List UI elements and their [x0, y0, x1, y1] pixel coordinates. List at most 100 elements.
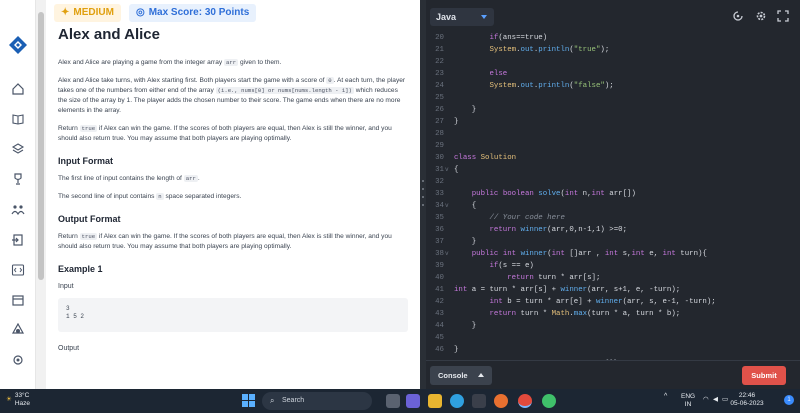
system-clock[interactable]: 22:46 05-06-2023 [727, 392, 767, 408]
code-line[interactable]: 28 [426, 128, 800, 140]
code-line[interactable]: 37 } [426, 236, 800, 248]
trophy-icon[interactable] [11, 172, 25, 186]
console-button[interactable]: Console [430, 366, 492, 385]
code-line[interactable]: 27} [426, 116, 800, 128]
notification-icon[interactable]: 1 [784, 395, 794, 405]
input-format-heading: Input Format [58, 156, 113, 166]
code-line[interactable]: 45 [426, 332, 800, 344]
line-code: int a = turn * arr[s] + winner(arr, s+1,… [454, 286, 681, 294]
chat-app-icon[interactable] [406, 394, 420, 408]
shapes-icon[interactable] [11, 322, 25, 337]
code-line[interactable]: 41 int a = turn * arr[s] + winner(arr, s+… [426, 284, 800, 296]
statement-paragraph-2: Alex and Alice take turns, with Alex sta… [58, 77, 406, 114]
fold-toggle-icon[interactable]: v [445, 164, 449, 176]
code-area[interactable]: 20 if(ans==true) 21 System.out.println("t… [426, 32, 800, 354]
volume-icon[interactable]: ◀ [713, 396, 718, 404]
inline-code: (i.e., nums[0] or nums[nums.length - 1]) [215, 87, 354, 94]
code-line[interactable]: 43 return turn * Math.max(turn * a, turn… [426, 308, 800, 320]
example-input-label: Input [58, 283, 74, 290]
code-line[interactable]: 32 [426, 176, 800, 188]
code-line[interactable]: 25 [426, 92, 800, 104]
code-line[interactable]: 38 v public int winner(int []arr , int s,… [426, 248, 800, 260]
fold-toggle-icon[interactable]: v [445, 248, 449, 260]
output-format-text: Return true if Alex can win the game. If… [58, 233, 392, 250]
code-line[interactable]: 30 class Solution [426, 152, 800, 164]
example-output-label: Output [58, 345, 80, 352]
fullscreen-icon[interactable] [776, 9, 790, 23]
code-icon[interactable] [11, 263, 25, 277]
task-view-icon[interactable] [386, 394, 400, 408]
code-line[interactable]: 44 } [426, 320, 800, 332]
app-root: ✦ MEDIUM ◎ Max Score: 30 Points Alex and… [0, 0, 800, 413]
line-number: 21 [435, 46, 444, 54]
weather-widget[interactable]: ☀ 33°C Haze [6, 392, 30, 408]
output-format-heading: Output Format [58, 214, 121, 224]
line-number: 46 [435, 346, 444, 354]
code-line[interactable]: 46} [426, 344, 800, 356]
weather-icon: ☀ [6, 396, 12, 403]
submit-button[interactable]: Submit [742, 366, 786, 385]
line-number: 26 [435, 106, 444, 114]
code-line[interactable]: 29 [426, 140, 800, 152]
firefox-icon[interactable] [494, 394, 508, 408]
line-number: 27 [435, 118, 444, 126]
code-line[interactable]: 39 if(s == e) [426, 260, 800, 272]
line-number: 43 [435, 310, 444, 318]
home-icon[interactable] [11, 82, 25, 96]
book-icon[interactable] [11, 112, 25, 126]
code-line[interactable]: 42 int b = turn * arr[e] + winner(arr, s… [426, 296, 800, 308]
chrome-icon[interactable] [518, 394, 532, 408]
problem-title: Alex and Alice [58, 26, 160, 43]
code-line[interactable]: 20 if(ans==true) [426, 32, 800, 44]
left-nav-sidebar [0, 0, 36, 389]
edge-browser-icon[interactable] [450, 394, 464, 408]
line-code: return turn * arr[s]; [507, 274, 601, 282]
fold-toggle-icon[interactable]: v [445, 200, 449, 212]
file-explorer-icon[interactable] [428, 394, 442, 408]
whatsapp-icon[interactable] [542, 394, 556, 408]
code-line[interactable]: 23 else [426, 68, 800, 80]
code-line[interactable]: 31 v { [426, 164, 800, 176]
target-icon: ◎ [135, 7, 145, 18]
line-code: public int winner(int []arr , int s,int … [471, 250, 707, 258]
wifi-icon[interactable]: ◠ [703, 396, 709, 404]
login-icon[interactable] [11, 233, 25, 247]
logo-icon[interactable] [8, 35, 28, 55]
settings-icon[interactable] [11, 353, 25, 367]
code-line[interactable]: 40 return turn * arr[s]; [426, 272, 800, 284]
community-icon[interactable] [11, 203, 25, 217]
store-app-icon[interactable] [472, 394, 486, 408]
layers-icon[interactable] [11, 142, 25, 156]
tray-overflow-icon[interactable]: ^ [664, 393, 667, 401]
statement-paragraph-3: Return true if Alex can win the game. If… [58, 125, 392, 142]
code-line[interactable]: 24 System.out.println("false"); [426, 80, 800, 92]
input-format-line-2: The second line of input contains n spac… [58, 193, 242, 200]
line-number: 44 [435, 322, 444, 330]
reset-icon[interactable] [731, 9, 745, 23]
line-code: { [454, 202, 477, 210]
scrollbar-thumb[interactable] [38, 12, 44, 280]
line-code: if(s == e) [489, 262, 534, 270]
taskbar-search[interactable]: ⌕ Search [262, 392, 372, 410]
weather-condition: Haze [14, 400, 31, 407]
calendar-icon[interactable] [11, 293, 25, 307]
search-label: Search [282, 397, 305, 404]
problem-scrollbar[interactable] [36, 0, 46, 389]
line-number: 41 [435, 286, 444, 294]
editor-footer: Console Submit [426, 360, 800, 389]
code-line[interactable]: 36 return winner(arr,0,n-1,1) >=0; [426, 224, 800, 236]
code-line[interactable]: 26 } [426, 104, 800, 116]
code-line[interactable]: 21 System.out.println("true"); [426, 44, 800, 56]
inline-code: n [156, 193, 164, 200]
chevron-down-icon [481, 15, 487, 19]
language-select[interactable]: Java [430, 8, 494, 26]
line-code: public boolean solve(int n,int arr[]) [471, 190, 636, 198]
code-line[interactable]: 35 // Your code here [426, 212, 800, 224]
line-code: } [454, 238, 477, 246]
gear-icon[interactable] [754, 9, 768, 23]
windows-start-icon[interactable] [242, 394, 255, 407]
code-line[interactable]: 34 v { [426, 200, 800, 212]
code-line[interactable]: 22 [426, 56, 800, 68]
language-indicator[interactable]: ENG IN [681, 393, 695, 409]
code-line[interactable]: 33 public boolean solve(int n,int arr[]) [426, 188, 800, 200]
